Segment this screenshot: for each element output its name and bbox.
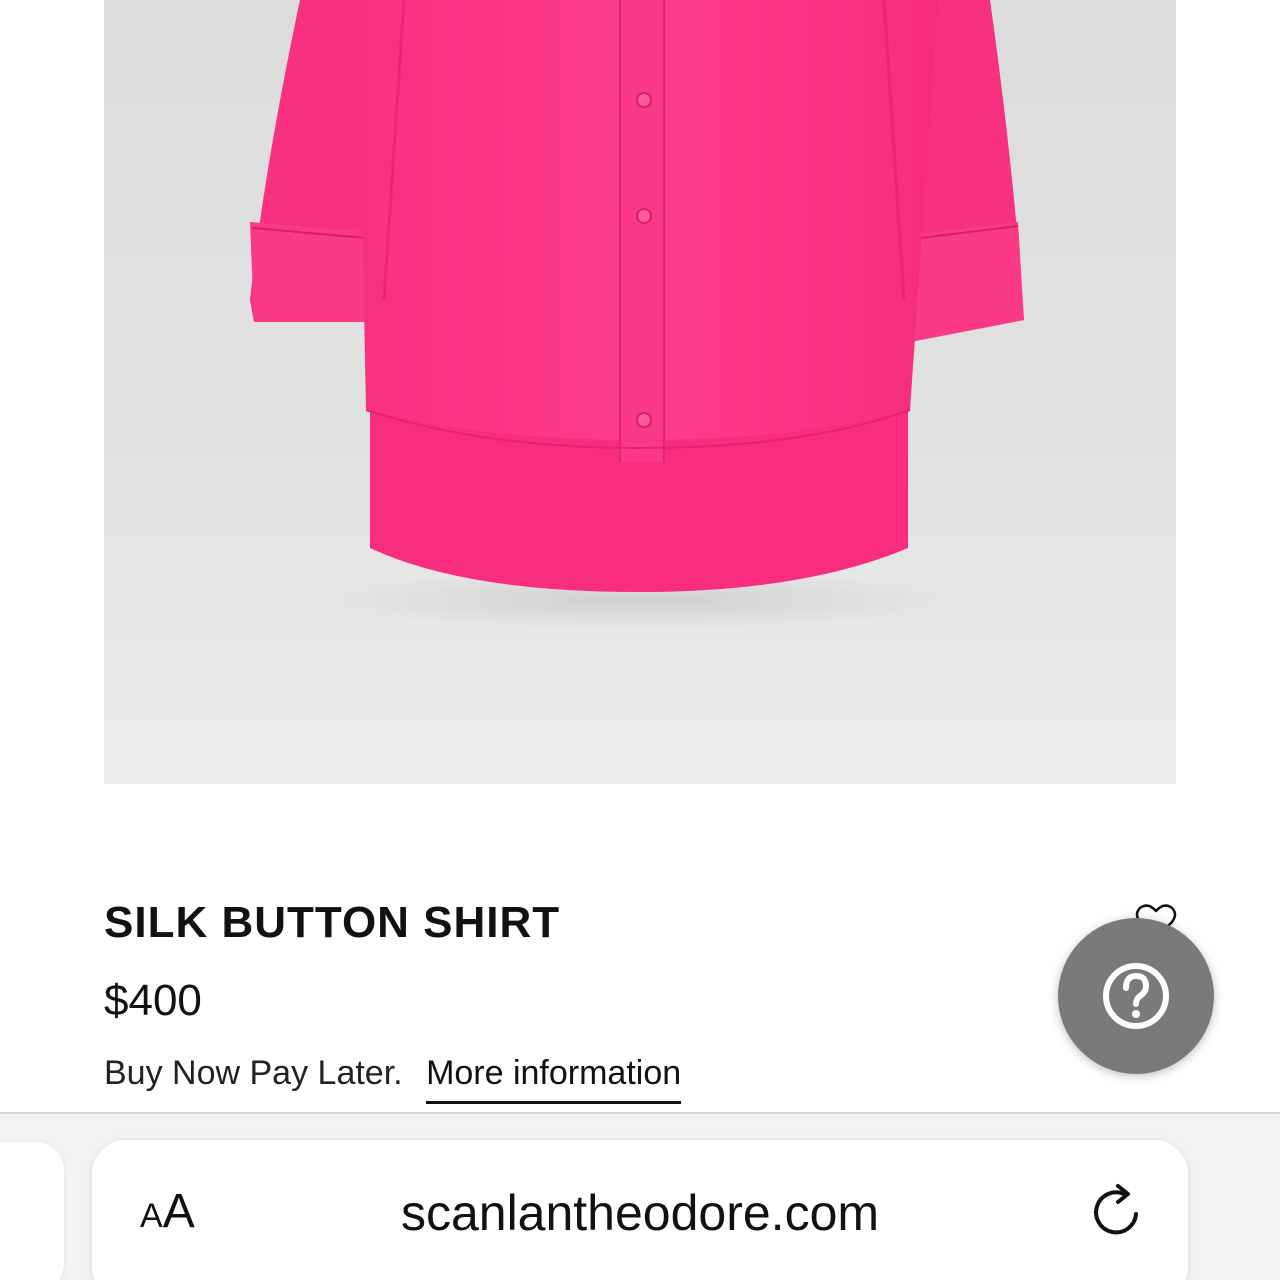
reload-button[interactable]: [1088, 1182, 1148, 1242]
bnpl-row: Buy Now Pay Later. More information: [104, 1054, 682, 1104]
reload-icon: [1094, 1184, 1138, 1235]
address-bar[interactable]: AA scanlantheodore.com: [92, 1140, 1188, 1280]
previous-tab-card[interactable]: [0, 1142, 64, 1280]
question-circle-icon: [1103, 963, 1169, 1029]
product-page: SILK BUTTON SHIRT $400 Buy Now Pay Later…: [0, 0, 1280, 1280]
more-information-link[interactable]: More information: [426, 1054, 682, 1104]
bnpl-text: Buy Now Pay Later.: [104, 1054, 403, 1092]
help-button[interactable]: [1058, 918, 1214, 1074]
url-field[interactable]: scanlantheodore.com: [92, 1184, 1188, 1242]
pink-silk-shirt-image: [250, 0, 1024, 630]
product-image[interactable]: [104, 0, 1176, 784]
product-price: $400: [104, 976, 202, 1025]
product-title: SILK BUTTON SHIRT: [104, 898, 561, 947]
browser-toolbar: AA scanlantheodore.com: [0, 1112, 1280, 1280]
